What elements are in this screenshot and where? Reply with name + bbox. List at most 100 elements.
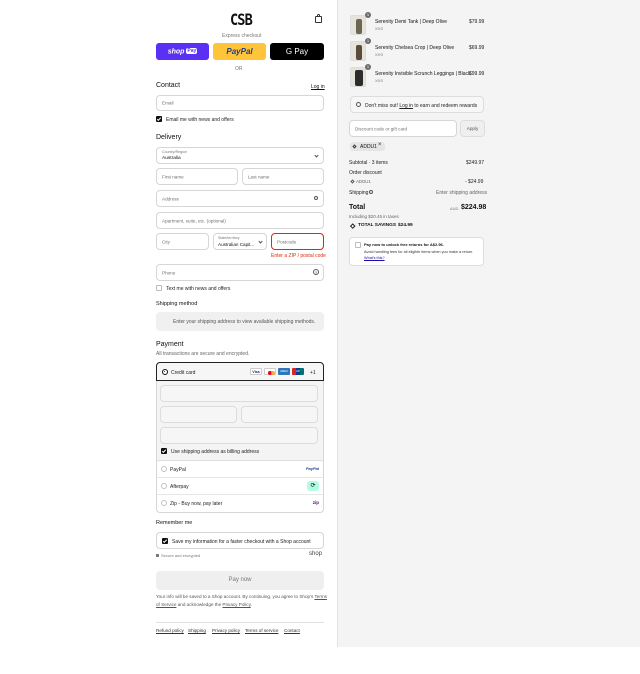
cart-item-variant: XXS <box>375 52 384 57</box>
privacy-policy-link[interactable]: Privacy Policy <box>222 602 250 607</box>
cart-item-name: Serenity Demi Tank | Deep Olive <box>375 19 448 25</box>
footer-link-contact[interactable]: Contact <box>284 628 300 633</box>
search-icon <box>314 196 318 200</box>
postcode-field[interactable]: Postcode <box>271 233 324 250</box>
lock-icon <box>156 554 159 557</box>
total-savings-label: TOTAL SAVINGS <box>358 223 397 228</box>
rewards-pre: Don't miss out! <box>365 103 398 109</box>
shipping-label: Shipping <box>349 190 369 196</box>
afterpay-logo-icon: ⟳ <box>307 481 319 491</box>
help-icon[interactable]: ? <box>313 269 319 275</box>
shop-pay-button[interactable]: shop Pay <box>156 43 209 60</box>
cart-item-name: Serenity Invisible Scrunch Leggings | Bl… <box>375 71 471 77</box>
shop-logo: shop <box>309 551 323 557</box>
subtotal-value: $249.97 <box>466 160 485 166</box>
city-field[interactable]: City <box>156 233 209 250</box>
express-checkout-label: Express checkout <box>222 33 262 39</box>
help-icon[interactable] <box>369 190 373 194</box>
paypal-radio[interactable] <box>161 466 167 472</box>
quantity-badge: 1 <box>365 64 371 70</box>
apply-discount-button[interactable]: Apply <box>460 120 485 137</box>
quantity-badge: 1 <box>365 38 371 44</box>
pay-now-button[interactable]: Pay now <box>156 571 324 590</box>
total-savings-value: $24.99 <box>398 223 413 228</box>
footer-link-refund[interactable]: Refund policy <box>156 628 184 633</box>
afterpay-option[interactable]: Afterpay ⟳ <box>157 478 323 495</box>
country-value: Australia <box>162 156 181 161</box>
store-logo[interactable]: CSB <box>230 10 253 29</box>
afterpay-radio[interactable] <box>161 483 167 489</box>
rewards-text: Don't miss out! Log in to earn and redee… <box>365 103 477 109</box>
or-divider: OR <box>235 66 243 72</box>
cart-item-price: $99.99 <box>469 71 485 77</box>
mastercard-icon <box>264 368 276 375</box>
zip-option[interactable]: Zip - Buy now, pay later zip <box>157 495 323 512</box>
shop-pay-text: shop <box>167 48 185 56</box>
text-news-checkbox[interactable] <box>156 285 162 291</box>
amex-icon: AMEX <box>278 368 290 375</box>
card-number-field[interactable] <box>160 385 318 402</box>
state-select[interactable]: State/territory Australian Capit... <box>213 233 267 250</box>
country-label: Country/Region <box>162 150 187 154</box>
card-name-field[interactable] <box>160 427 318 444</box>
phone-field[interactable]: Phone ? <box>156 264 324 281</box>
paypal-option[interactable]: PayPal PayPal <box>157 461 323 478</box>
card-cvv-field[interactable] <box>241 406 318 423</box>
whats-this-link[interactable]: What's this? <box>364 256 385 260</box>
cart-item-price: $79.99 <box>469 19 485 25</box>
paypal-button[interactable]: PayPal <box>213 43 266 60</box>
footer-link-privacy[interactable]: Privacy policy <box>212 628 240 633</box>
rewards-login-link[interactable]: Log in <box>399 103 413 109</box>
first-name-field[interactable]: First name <box>156 168 238 185</box>
state-value: Australian Capit... <box>218 242 255 247</box>
shipping-value: Enter shipping address <box>436 190 488 196</box>
total-currency: AUD <box>450 206 459 211</box>
billing-address-checkbox[interactable] <box>161 448 167 454</box>
pay-now-label: Pay now <box>228 577 252 583</box>
shipping-method-heading: Shipping method <box>156 301 198 307</box>
discount-placeholder: Discount code or gift card <box>355 126 408 131</box>
credit-card-label: Credit card <box>171 369 196 376</box>
card-expiry-field[interactable] <box>160 406 237 423</box>
afterpay-option-label: Afterpay <box>170 483 189 490</box>
delivery-heading: Delivery <box>156 134 182 141</box>
legal-pre: Your info will be saved to a Shop accoun… <box>156 594 314 599</box>
taxes-note: Including $20.45 in taxes <box>349 214 399 219</box>
log-in-link[interactable]: Log in <box>311 84 325 90</box>
product-thumbnail <box>350 15 366 35</box>
shop-pay-suffix: Pay <box>186 48 198 54</box>
text-news-label: Text me with news and offers <box>166 286 231 292</box>
total-value: $224.98 <box>461 204 487 211</box>
footer-link-terms[interactable]: Terms of service <box>245 628 278 633</box>
cart-bag-icon[interactable] <box>315 14 322 23</box>
discount-tag: ADDU1 × <box>350 142 385 151</box>
credit-card-radio[interactable] <box>162 369 168 375</box>
chevron-down-icon <box>258 239 263 244</box>
last-name-field[interactable]: Last name <box>242 168 324 185</box>
postcode-error: Enter a ZIP / postal code <box>271 253 326 259</box>
legal-end: . <box>250 602 252 607</box>
legal-mid: and acknowledge the <box>177 602 222 607</box>
last-name-placeholder: Last name <box>248 174 270 179</box>
discount-code-field[interactable]: Discount code or gift card <box>349 120 457 137</box>
credit-card-option[interactable]: Credit card Visa AMEX UP +1 <box>156 362 324 381</box>
email-placeholder: Email <box>162 100 174 106</box>
email-field[interactable]: Email <box>156 95 324 111</box>
remove-discount-icon[interactable]: × <box>378 142 382 148</box>
unionpay-icon: UP <box>292 368 304 375</box>
save-info-checkbox[interactable] <box>162 538 168 544</box>
free-returns-checkbox[interactable] <box>355 242 361 248</box>
google-pay-button[interactable]: G Pay <box>270 43 324 60</box>
paypal-option-label: PayPal <box>170 466 186 473</box>
free-returns-body: Avoid handling fees for all eligible ite… <box>364 250 474 254</box>
product-thumbnail <box>350 67 366 87</box>
discount-tag-code: ADDU1 <box>360 144 377 150</box>
product-thumbnail <box>350 41 366 61</box>
apartment-field[interactable]: Apartment, suite, etc. (optional) <box>156 212 324 229</box>
zip-radio[interactable] <box>161 500 167 506</box>
zip-logo-icon: zip <box>312 500 319 505</box>
footer-link-shipping[interactable]: Shipping <box>188 628 206 633</box>
email-news-checkbox[interactable] <box>156 116 162 122</box>
country-select[interactable]: Country/Region Australia <box>156 147 324 164</box>
address-field[interactable]: Address <box>156 190 324 207</box>
